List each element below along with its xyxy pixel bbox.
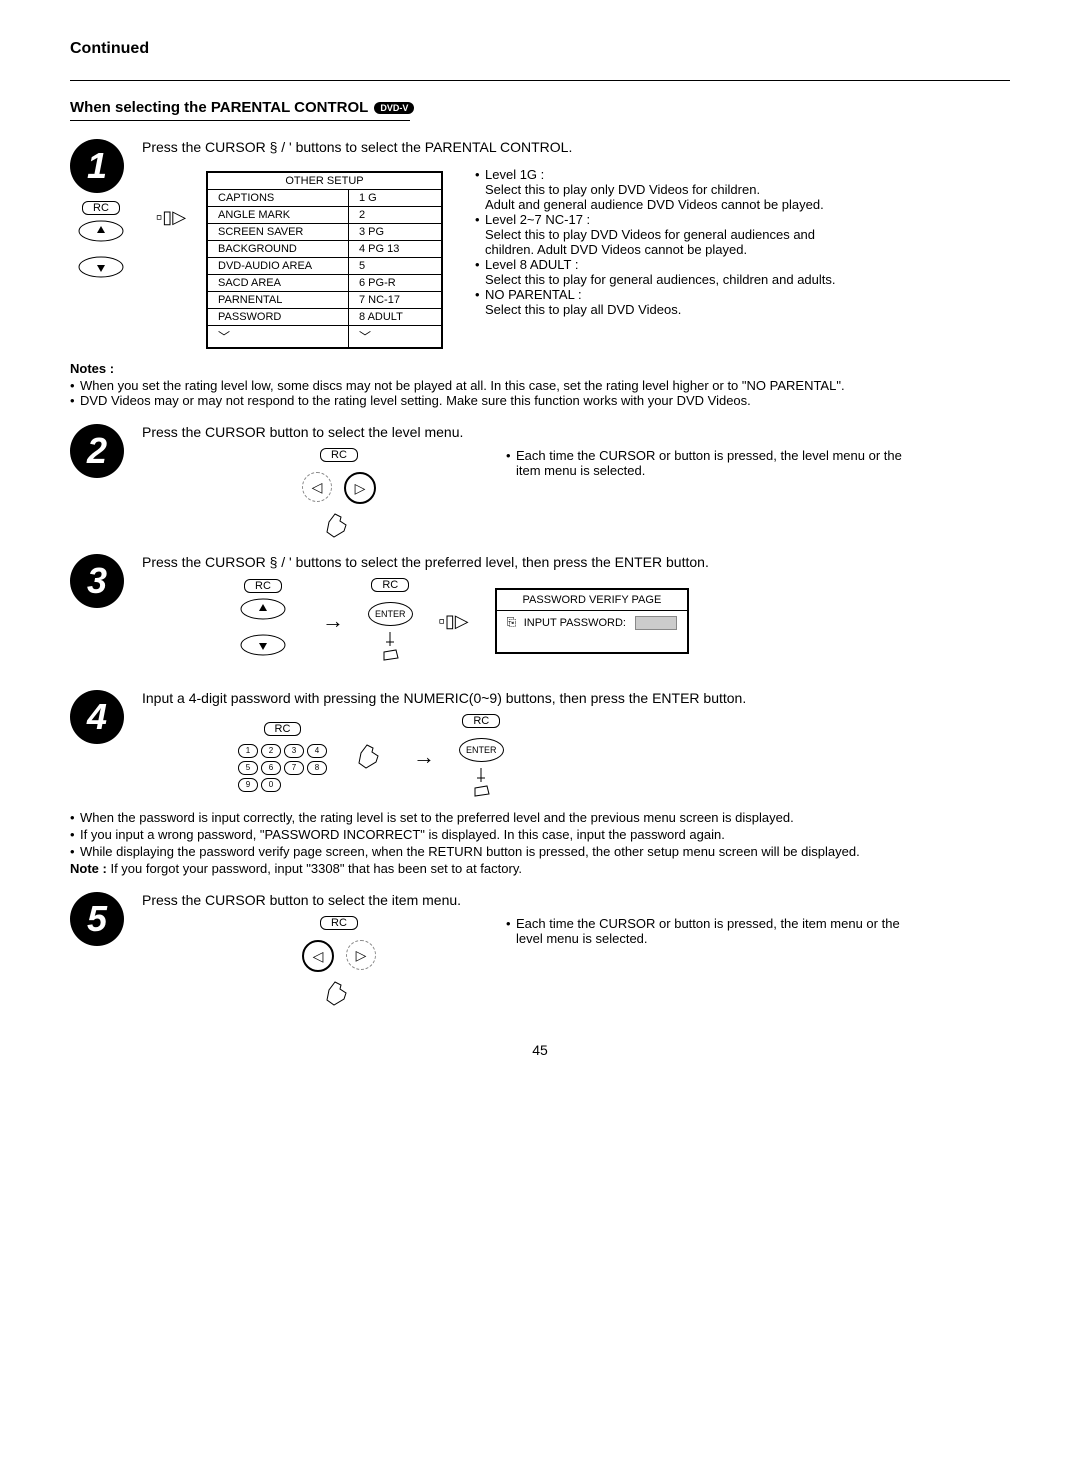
step2-side: •Each time the CURSOR or button is press… [506, 448, 926, 478]
notes-heading: Notes : [70, 361, 1010, 376]
hand-icon [372, 628, 408, 664]
step-3: 3 Press the CURSOR § / ' buttons to sele… [70, 554, 1010, 664]
cursor-up-down-icon [238, 597, 288, 663]
cursor-up-down-icon [76, 219, 126, 285]
notes-1: •When you set the rating level low, some… [70, 378, 1010, 408]
hand-icon [463, 764, 499, 800]
enter-button-icon: ENTER [459, 738, 504, 762]
section-title: When selecting the PARENTAL CONTROL [70, 99, 368, 116]
level-descriptions: •Level 1G : Select this to play only DVD… [467, 167, 855, 317]
step3-text: Press the CURSOR § / ' buttons to select… [142, 554, 1010, 570]
arrow-icon: → [413, 744, 435, 770]
remote-lr: RC ◁ ▷ [302, 916, 376, 1012]
step1-text: Press the CURSOR § / ' buttons to select… [142, 139, 1010, 155]
step5-text: Press the CURSOR button to select the it… [142, 892, 1010, 908]
after-step4-notes: •When the password is input correctly, t… [70, 810, 1010, 876]
other-setup-title: OTHER SETUP [207, 172, 442, 190]
step2-text: Press the CURSOR button to select the le… [142, 424, 1010, 440]
step5-side: •Each time the CURSOR or button is press… [506, 916, 926, 946]
password-input [635, 616, 677, 630]
dvd-v-badge: DVD-V [374, 102, 414, 114]
section-underline [70, 120, 410, 121]
password-verify-box: PASSWORD VERIFY PAGE ⎘ INPUT PASSWORD: [495, 588, 690, 654]
page-number: 45 [70, 1042, 1010, 1058]
remote-updown: RC [76, 201, 126, 285]
step-number-2: 2 [70, 424, 124, 478]
step-number-5: 5 [70, 892, 124, 946]
row-captions: CAPTIONS [207, 190, 349, 207]
note-label: Note : [70, 861, 107, 876]
key-icon: ⎘ [507, 615, 521, 630]
divider [70, 80, 1010, 81]
step-number-3: 3 [70, 554, 124, 608]
step4-text: Input a 4-digit password with pressing t… [142, 690, 1010, 706]
rc-label: RC [82, 201, 120, 215]
cursor-right-icon: ▷ [346, 940, 376, 970]
remote-lr: RC ◁ ▷ [302, 448, 376, 544]
step-5: 5 Press the CURSOR button to select the … [70, 892, 1010, 1012]
hand-icon [321, 508, 357, 544]
step-2: 2 Press the CURSOR button to select the … [70, 424, 1010, 544]
numeric-pad-icon: 1234 5678 90 [238, 744, 327, 792]
step-number-4: 4 [70, 690, 124, 744]
cursor-left-icon: ◁ [302, 940, 334, 972]
enter-button-icon: ENTER [368, 602, 413, 626]
cursor-left-icon: ◁ [302, 472, 332, 502]
arrow-icon: ▫▯▷ [439, 611, 469, 632]
step-4: 4 Input a 4-digit password with pressing… [70, 690, 1010, 800]
other-setup-table: OTHER SETUP CAPTIONS1 G ANGLE MARK2 SCRE… [206, 171, 443, 349]
step-number-1: 1 [70, 139, 124, 193]
hand-icon [353, 739, 389, 775]
arrow-icon: ▫▯▷ [156, 207, 186, 227]
arrow-icon: → [322, 608, 344, 634]
cursor-right-icon: ▷ [344, 472, 376, 504]
header-continued: Continued [70, 40, 1010, 58]
section-header: When selecting the PARENTAL CONTROL DVD-… [70, 99, 1010, 116]
step-1: 1 RC Press the CURSOR § / ' buttons to s… [70, 139, 1010, 349]
hand-icon [321, 976, 357, 1012]
